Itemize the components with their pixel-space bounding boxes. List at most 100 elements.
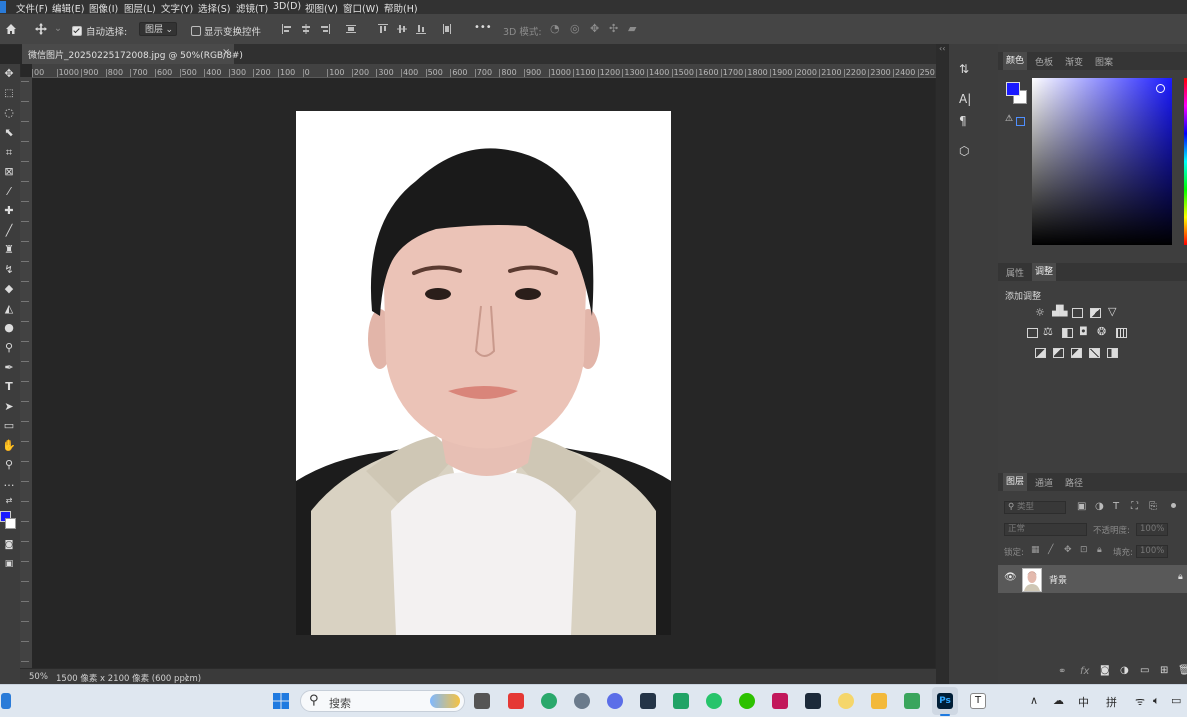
layer-name[interactable]: 背景 xyxy=(1049,573,1067,586)
menu-help[interactable]: 帮助(H) xyxy=(384,1,418,15)
tab-channels[interactable]: 通道 xyxy=(1032,476,1056,489)
file-explorer-icon[interactable] xyxy=(871,693,887,709)
new-adjustment-layer-icon[interactable]: ◑ xyxy=(1120,665,1129,676)
green-app-icon[interactable] xyxy=(673,693,689,709)
zoom-level[interactable]: 50% xyxy=(29,672,48,682)
opacity-input[interactable]: 100% xyxy=(1136,523,1168,536)
wifi-icon[interactable]: ᯤ xyxy=(1135,694,1145,709)
link-layers-icon[interactable]: ⚭ xyxy=(1058,666,1066,677)
curves-icon[interactable] xyxy=(1072,308,1083,318)
task-view-icon[interactable] xyxy=(474,693,490,709)
show-transform-checkbox[interactable] xyxy=(191,26,201,36)
pen-tool-icon[interactable]: ✒ xyxy=(2,361,16,375)
auto-select-checkbox[interactable] xyxy=(72,26,82,36)
filter-shape-icon[interactable]: ⛶ xyxy=(1131,501,1138,512)
ime-mode[interactable]: 拼 xyxy=(1106,694,1117,710)
marquee-tool-icon[interactable]: ⬚ xyxy=(2,87,16,101)
hue-saturation-icon[interactable] xyxy=(1027,328,1038,338)
menu-file[interactable]: 文件(F) xyxy=(16,1,48,15)
tab-patterns[interactable]: 图案 xyxy=(1092,55,1116,68)
tab-adjustments[interactable]: 调整 xyxy=(1032,263,1057,281)
levels-icon[interactable]: ▟▙ xyxy=(1052,306,1067,317)
move-tool-icon[interactable]: ✥ xyxy=(2,67,16,81)
align-middle-v-icon[interactable] xyxy=(397,24,407,34)
web-safe-icon[interactable] xyxy=(1016,117,1025,126)
more-tools-icon[interactable]: … xyxy=(2,476,16,490)
hand-tool-icon[interactable]: ✋ xyxy=(2,439,16,453)
quick-mask-icon[interactable]: ◙ xyxy=(2,538,16,552)
layer-row[interactable]: 👁︎ 背景 🔒︎ xyxy=(998,565,1187,593)
lock-image-icon[interactable]: ╱ xyxy=(1048,545,1053,555)
auto-select-dropdown[interactable]: 图层 ⌄ xyxy=(139,22,177,36)
new-group-icon[interactable]: ▭ xyxy=(1140,665,1149,676)
visibility-eye-icon[interactable]: 👁︎ xyxy=(1004,572,1017,583)
color-lookup-icon[interactable] xyxy=(1116,328,1127,338)
brightness-contrast-icon[interactable]: ☼ xyxy=(1035,306,1045,319)
blend-mode-dropdown[interactable]: 正常 xyxy=(1004,523,1087,536)
start-button[interactable] xyxy=(273,693,289,709)
brush-tool-icon[interactable]: ╱ xyxy=(2,224,16,238)
tab-gradients[interactable]: 渐变 xyxy=(1062,55,1086,68)
color-balance-icon[interactable]: ⚖ xyxy=(1043,325,1053,338)
menu-window[interactable]: 窗口(W) xyxy=(343,1,379,15)
volume-icon[interactable]: 🔈︎ xyxy=(1153,694,1160,708)
home-icon[interactable] xyxy=(5,23,17,35)
selective-color-icon[interactable] xyxy=(1107,348,1118,358)
fill-input[interactable]: 100% xyxy=(1136,545,1168,558)
app-circle-icon[interactable] xyxy=(607,693,623,709)
lock-transparent-icon[interactable]: ▦ xyxy=(1031,545,1040,555)
play-app-icon[interactable] xyxy=(706,693,722,709)
move-tool-icon[interactable] xyxy=(35,23,47,35)
show-hidden-icons[interactable]: ∧ xyxy=(1030,694,1038,707)
eyedropper-tool-icon[interactable]: ⁄ xyxy=(2,185,16,199)
color-picker-field[interactable] xyxy=(1032,78,1172,245)
new-layer-icon[interactable]: ⊞ xyxy=(1160,665,1168,676)
threshold-icon[interactable] xyxy=(1071,348,1082,358)
object-select-tool-icon[interactable]: ⬉ xyxy=(2,126,16,140)
tab-paths[interactable]: 路径 xyxy=(1062,476,1086,489)
tab-properties[interactable]: 属性 xyxy=(1003,266,1027,279)
path-select-icon[interactable]: ➤ xyxy=(2,400,16,414)
filter-adjustment-icon[interactable]: ◑ xyxy=(1095,501,1104,512)
screen-mode-icon[interactable]: ▣ xyxy=(2,557,16,571)
out-of-gamut-icon[interactable]: ⚠ xyxy=(1005,114,1013,124)
typora-icon[interactable]: T xyxy=(970,693,986,709)
menu-layer[interactable]: 图层(L) xyxy=(124,1,156,15)
terminal-icon[interactable] xyxy=(640,693,656,709)
wechat-icon[interactable] xyxy=(739,693,755,709)
history-brush-icon[interactable]: ↯ xyxy=(2,263,16,277)
widgets-icon[interactable] xyxy=(1,693,11,709)
crop-tool-icon[interactable]: ⌗ xyxy=(2,146,16,160)
character-panel-icon[interactable]: A| xyxy=(959,92,971,106)
jetbrains-icon[interactable] xyxy=(772,693,788,709)
healing-brush-icon[interactable]: ✚ xyxy=(2,204,16,218)
settings-gear-icon[interactable] xyxy=(574,693,590,709)
add-mask-icon[interactable]: ◙ xyxy=(1100,665,1110,676)
tool-preset-chevron-icon[interactable]: ⌄ xyxy=(54,23,62,34)
align-center-h-icon[interactable] xyxy=(301,24,311,34)
clone-stamp-icon[interactable]: ♜ xyxy=(2,243,16,257)
type-tool-icon[interactable]: T xyxy=(2,380,16,394)
layer-filter-search[interactable]: ⚲ 类型 xyxy=(1004,501,1066,514)
black-white-icon[interactable] xyxy=(1062,328,1073,338)
document-tab[interactable]: 微信图片_20250225172008.jpg @ 50%(RGB/8#) × xyxy=(22,44,243,64)
edge-browser-icon[interactable] xyxy=(541,693,557,709)
delete-layer-icon[interactable]: 🗑︎ xyxy=(1178,665,1187,676)
battery-icon[interactable]: ▭ xyxy=(1171,694,1181,707)
menu-view[interactable]: 视图(V) xyxy=(305,1,338,15)
fx-icon[interactable]: fx xyxy=(1080,666,1089,677)
filter-smart-object-icon[interactable]: ⎘ xyxy=(1149,501,1157,512)
photoshop-taskbar-icon[interactable]: Ps xyxy=(937,693,953,709)
posterize-icon[interactable] xyxy=(1053,348,1064,358)
lasso-tool-icon[interactable]: ◌ xyxy=(2,106,16,120)
dodge-tool-icon[interactable]: ⚲ xyxy=(2,341,16,355)
onedrive-icon[interactable]: ☁︎ xyxy=(1053,694,1064,707)
webstorm-icon[interactable] xyxy=(805,693,821,709)
paint-bucket-icon[interactable]: ◭ xyxy=(2,302,16,316)
status-menu-arrow[interactable]: 〉 xyxy=(185,672,194,684)
menu-edit[interactable]: 编辑(E) xyxy=(52,1,84,15)
ime-language[interactable]: 中 xyxy=(1078,694,1089,710)
lock-position-icon[interactable]: ✥ xyxy=(1064,545,1072,555)
qq-icon[interactable] xyxy=(838,693,854,709)
background-color-swatch[interactable] xyxy=(5,518,16,529)
